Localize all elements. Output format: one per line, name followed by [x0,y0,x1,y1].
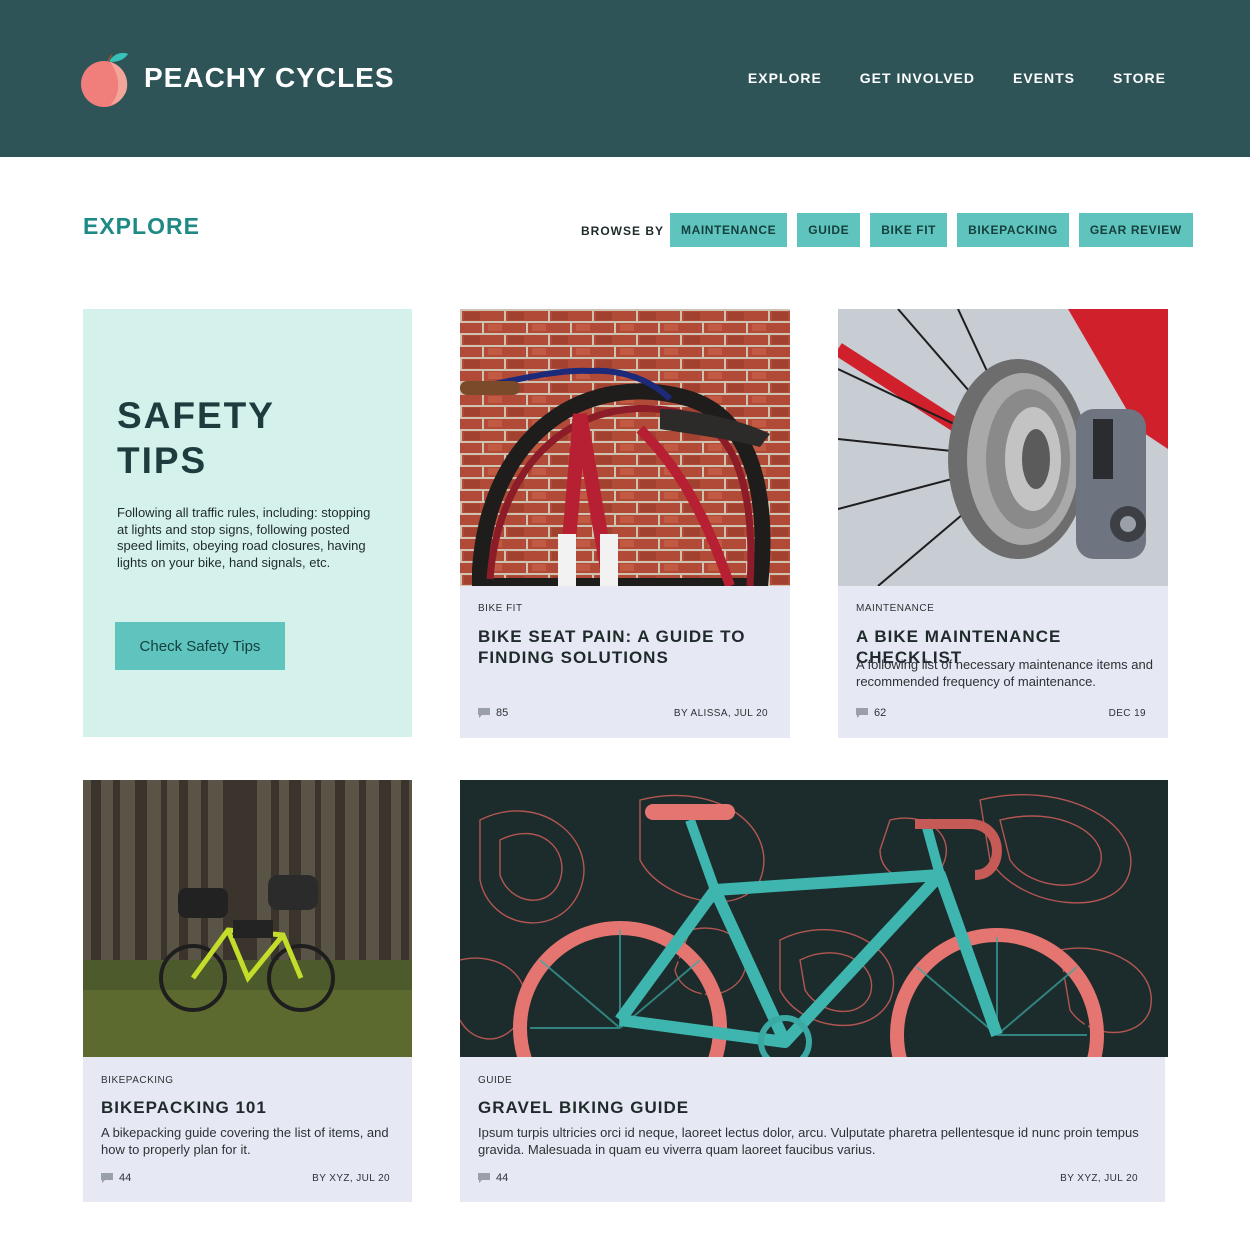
check-safety-tips-button[interactable]: Check Safety Tips [115,622,285,670]
filter-maintenance[interactable]: MAINTENANCE [670,213,788,247]
safety-body: Following all traffic rules, including: … [117,505,371,570]
peach-logo-icon[interactable] [80,50,132,108]
brand-name[interactable]: PEACHY CYCLES [144,62,395,94]
article-title[interactable]: BIKE SEAT PAIN: A GUIDE TO FINDING SOLUT… [478,626,768,668]
article-card-bikepacking-101[interactable]: BIKEPACKING BIKEPACKING 101 A bikepackin… [83,780,412,1202]
article-meta: BY ALISSA, JUL 20 [673,708,768,719]
article-meta: BY XYZ, JUL 20 [1060,1173,1138,1184]
safety-title: SAFETY TIPS [117,393,275,483]
browse-by-label: BROWSE BY [581,224,665,238]
nav-explore[interactable]: EXPLORE [748,70,822,86]
comment-count-value: 62 [874,707,887,719]
page-title: EXPLORE [83,213,200,239]
nav-get-involved[interactable]: GET INVOLVED [860,70,975,86]
article-title[interactable]: BIKEPACKING 101 [101,1097,391,1118]
article-card-maintenance-checklist[interactable]: MAINTENANCE A BIKE MAINTENANCE CHECKLIST… [838,309,1168,738]
filter-guide[interactable]: GUIDE [797,213,861,247]
comment-count-value: 85 [496,707,509,719]
article-category[interactable]: BIKEPACKING [101,1075,174,1086]
article-card-gravel-biking[interactable]: GUIDE GRAVEL BIKING GUIDE Ipsum turpis u… [460,780,1168,1202]
article-description: Ipsum turpis ultricies orci id neque, la… [478,1125,1139,1157]
forest-bikepacking-photo[interactable] [83,780,412,1057]
comment-bubble-icon [856,708,868,718]
safety-tips-card: SAFETY TIPS Following all traffic rules,… [83,309,412,737]
comment-count[interactable]: 44 [478,1172,508,1184]
comment-count[interactable]: 85 [478,707,508,719]
comment-bubble-icon [478,1173,490,1183]
safety-title-line1: SAFETY [117,395,275,436]
filter-bike-fit[interactable]: BIKE FIT [870,213,948,247]
comment-bubble-icon [478,708,490,718]
filter-chips: MAINTENANCE GUIDE BIKE FIT BIKEPACKING G… [670,213,1193,247]
article-category[interactable]: GUIDE [478,1075,512,1086]
safety-title-line2: TIPS [117,440,208,481]
article-meta: DEC 19 [1108,708,1146,719]
article-category[interactable]: BIKE FIT [478,603,523,614]
penny-farthing-photo[interactable] [460,309,790,586]
article-description: A bikepacking guide covering the list of… [101,1125,389,1157]
site-header: PEACHY CYCLES EXPLORE GET INVOLVED EVENT… [0,0,1250,157]
article-title[interactable]: GRAVEL BIKING GUIDE [478,1097,978,1118]
main-nav: EXPLORE GET INVOLVED EVENTS STORE [748,70,1166,86]
nav-events[interactable]: EVENTS [1013,70,1075,86]
comment-count[interactable]: 44 [101,1172,131,1184]
filter-bikepacking[interactable]: BIKEPACKING [957,213,1069,247]
nav-store[interactable]: STORE [1113,70,1166,86]
article-card-bike-seat[interactable]: BIKE FIT BIKE SEAT PAIN: A GUIDE TO FIND… [460,309,790,738]
article-description: A following list of necessary maintenanc… [856,657,1153,689]
comment-count-value: 44 [496,1172,509,1184]
article-category[interactable]: MAINTENANCE [856,603,934,614]
comment-bubble-icon [101,1173,113,1183]
cassette-closeup-photo[interactable] [838,309,1168,586]
article-meta: BY XYZ, JUL 20 [312,1173,390,1184]
filter-gear-review[interactable]: GEAR REVIEW [1078,213,1193,247]
comment-count-value: 44 [119,1172,132,1184]
gravel-bike-illustration[interactable] [460,780,1168,1057]
comment-count[interactable]: 62 [856,707,886,719]
